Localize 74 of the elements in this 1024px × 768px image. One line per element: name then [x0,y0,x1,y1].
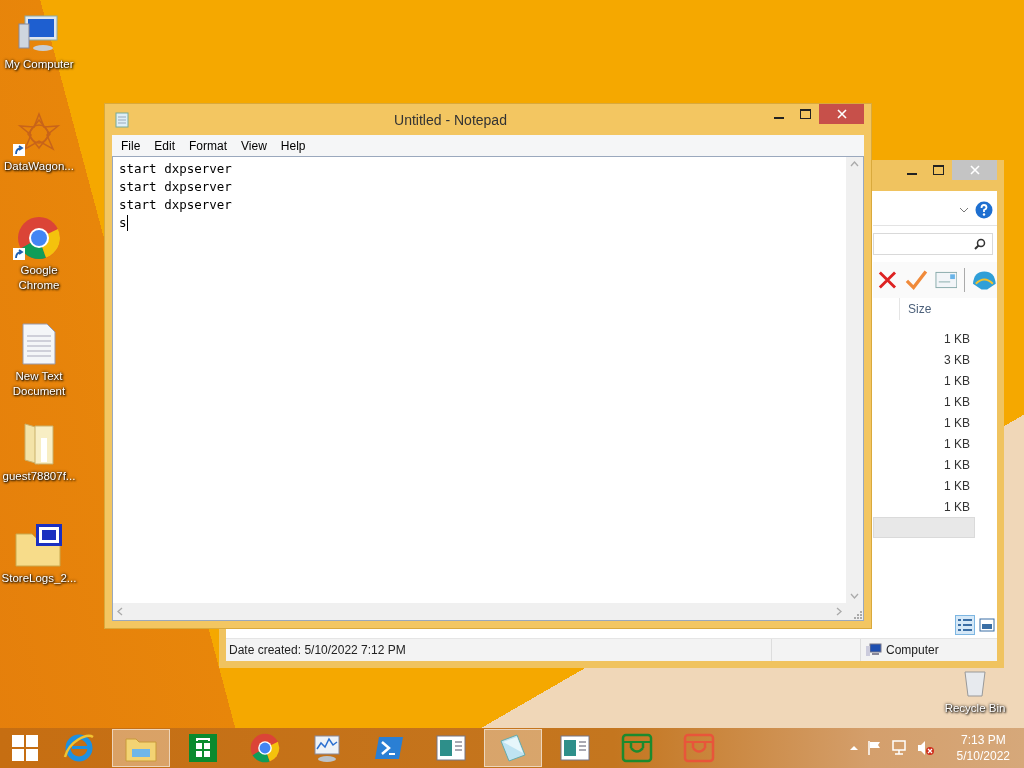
chevron-down-icon[interactable] [959,207,969,213]
menu-item[interactable]: View [234,138,274,153]
desktop-icon-label[interactable]: guest78807f... [2,469,76,484]
scroll-right-icon[interactable] [836,607,842,616]
file-size-cell-text: 3 KB [943,351,971,369]
desktop-icon-label[interactable]: StoreLogs_2... [1,571,77,586]
file-size-cell-text: 1 KB [943,372,971,390]
resize-grip-icon[interactable] [853,610,863,620]
chrome-icon [17,216,61,260]
show-hidden-icons-icon[interactable] [848,745,859,751]
computer-icon [866,643,882,657]
close-icon [969,165,980,175]
file-size-cell-text: 1 KB [943,330,971,348]
internet-explorer-icon[interactable] [63,733,95,763]
text-line: start dxpserver [119,178,232,196]
chrome-icon[interactable] [250,733,280,763]
envelope-icon[interactable] [934,271,958,289]
view-button[interactable] [977,615,997,635]
column-header[interactable]: Size [899,298,988,320]
text-file-icon [21,322,57,366]
folder-icon [21,420,57,466]
folder-icon [14,524,64,568]
search-field[interactable] [873,233,993,255]
desktop-icon-label[interactable]: My Computer [4,57,74,72]
search-icon [974,238,986,250]
windows-logo-icon[interactable] [12,735,38,761]
computer-icon [17,14,61,54]
maximize-icon [800,109,811,119]
file-size-cell-text: 1 KB [943,414,971,432]
view-button[interactable] [955,615,975,635]
muted-speaker-icon[interactable] [916,740,935,756]
notepad-icon[interactable] [497,733,529,763]
window-title: Untitled - Notepad [393,111,508,128]
close-icon [836,109,847,119]
performance-monitor-icon[interactable] [311,733,343,763]
delete-icon[interactable] [877,269,898,291]
minimize-icon [906,172,917,175]
menu-item[interactable]: Help [273,138,313,153]
desktop-icon-label[interactable]: DataWagon... [4,159,74,174]
window-app-icon[interactable] [435,734,467,762]
text-line: start dxpserver [119,196,232,214]
checkmark-icon[interactable] [904,269,928,291]
clock-time[interactable]: 7:13 PM [960,732,1006,748]
notepad-icon [114,111,130,128]
taskbar-button[interactable] [484,729,542,767]
network-icon[interactable] [890,740,909,756]
status-text: Date created: 5/10/2022 7:12 PM [226,639,772,661]
window-app-icon[interactable] [559,734,591,762]
store-icon[interactable] [188,733,218,763]
clock-date[interactable]: 5/10/2022 [956,748,1010,764]
text-cursor [126,215,128,231]
file-size-cell-text: 1 KB [943,435,971,453]
menu-item[interactable]: Format [182,138,235,153]
minimize-icon [773,116,784,119]
text-line: s [119,214,127,232]
scroll-left-icon[interactable] [117,607,123,616]
scroll-down-icon[interactable] [850,593,859,599]
desktop-icon-label[interactable]: New Text Document [0,369,78,399]
view-icon [956,616,974,634]
maximize-icon [933,165,944,175]
help-icon[interactable] [975,201,993,219]
flag-icon[interactable] [866,740,883,756]
status-location: Computer [886,643,939,657]
file-size-cell-text: 1 KB [943,456,971,474]
menu-item[interactable]: Edit [147,138,183,153]
file-size-cell-text: 1 KB [943,477,971,495]
text-line: start dxpserver [119,160,232,178]
menu-item[interactable]: File [114,138,148,153]
file-size-cell-text: 1 KB [943,498,971,516]
desktop-icon-label[interactable]: Recycle Bin [944,701,1006,716]
desktop-icon-label[interactable]: Google Chrome [0,263,78,293]
shell-icon[interactable] [972,269,997,291]
scroll-up-icon[interactable] [850,161,859,167]
file-size-cell-text: 1 KB [943,393,971,411]
